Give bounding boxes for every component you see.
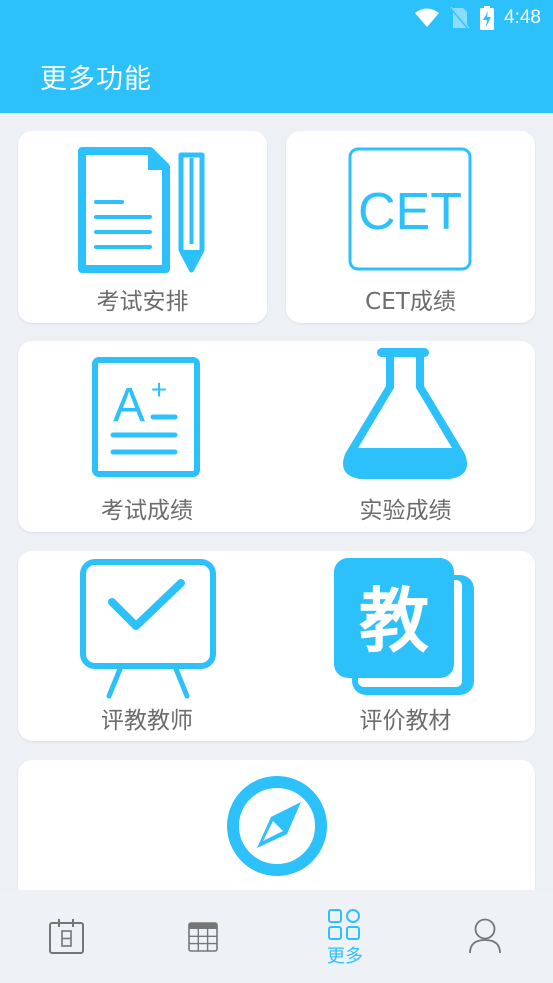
textbook-icon-text: 教 (359, 580, 429, 662)
bottom-nav: 更多 (0, 890, 553, 983)
person-icon (469, 918, 501, 954)
tile-label: 考试成绩 (101, 498, 193, 524)
cet-icon-text: CET (358, 183, 462, 241)
nav-item-today[interactable] (0, 890, 138, 983)
page-title: 更多功能 (40, 64, 152, 95)
nav-item-timetable[interactable] (138, 890, 276, 983)
tile-exam-score[interactable]: A + 考试成绩 (18, 341, 276, 532)
calendar-day-icon (49, 919, 84, 954)
tile-explore[interactable] (18, 760, 535, 890)
battery-charging-icon (480, 6, 495, 30)
tile-cet-score[interactable]: CET CET成绩 (286, 131, 535, 323)
no-sim-icon (450, 6, 470, 30)
grid-more-icon (328, 909, 360, 940)
card-evaluation: 评教教师 教 评价教材 (18, 551, 535, 741)
nav-label-more: 更多 (327, 946, 363, 967)
grade-plus: + (151, 374, 167, 405)
tile-evaluate-textbook[interactable]: 教 评价教材 (276, 551, 535, 741)
status-bar: 4:48 (0, 0, 553, 40)
card-cet-score[interactable]: CET CET成绩 (286, 131, 535, 323)
tile-label: 考试安排 (96, 289, 189, 315)
compass-icon (227, 776, 327, 876)
nav-item-more[interactable]: 更多 (276, 890, 414, 983)
cet-icon: CET (348, 147, 472, 271)
tile-exam-schedule[interactable]: 考试安排 (18, 131, 267, 323)
card-explore[interactable] (18, 760, 535, 900)
timetable-grid-icon (188, 922, 218, 952)
app-header: 更多功能 (0, 40, 553, 113)
textbook-icon: 教 (334, 558, 474, 695)
grade-letter: A (113, 379, 145, 432)
tile-label: 评教教师 (101, 708, 193, 734)
grade-sheet-icon: A + (92, 357, 200, 477)
tile-label: CET成绩 (365, 289, 456, 315)
status-time: 4:48 (504, 7, 541, 28)
tile-evaluate-teacher[interactable]: 评教教师 (18, 551, 276, 741)
tile-lab-score[interactable]: 实验成绩 (276, 341, 535, 532)
wifi-icon (415, 8, 440, 27)
card-exam-schedule[interactable]: 考试安排 (18, 131, 267, 323)
tile-label: 实验成绩 (359, 498, 452, 524)
document-pencil-icon (78, 147, 205, 273)
flask-icon (343, 348, 467, 479)
card-scores: A + 考试成绩 实验成绩 (18, 341, 535, 532)
nav-item-profile[interactable] (414, 890, 552, 983)
easel-check-icon (80, 559, 216, 699)
tile-label: 评价教材 (359, 708, 452, 734)
